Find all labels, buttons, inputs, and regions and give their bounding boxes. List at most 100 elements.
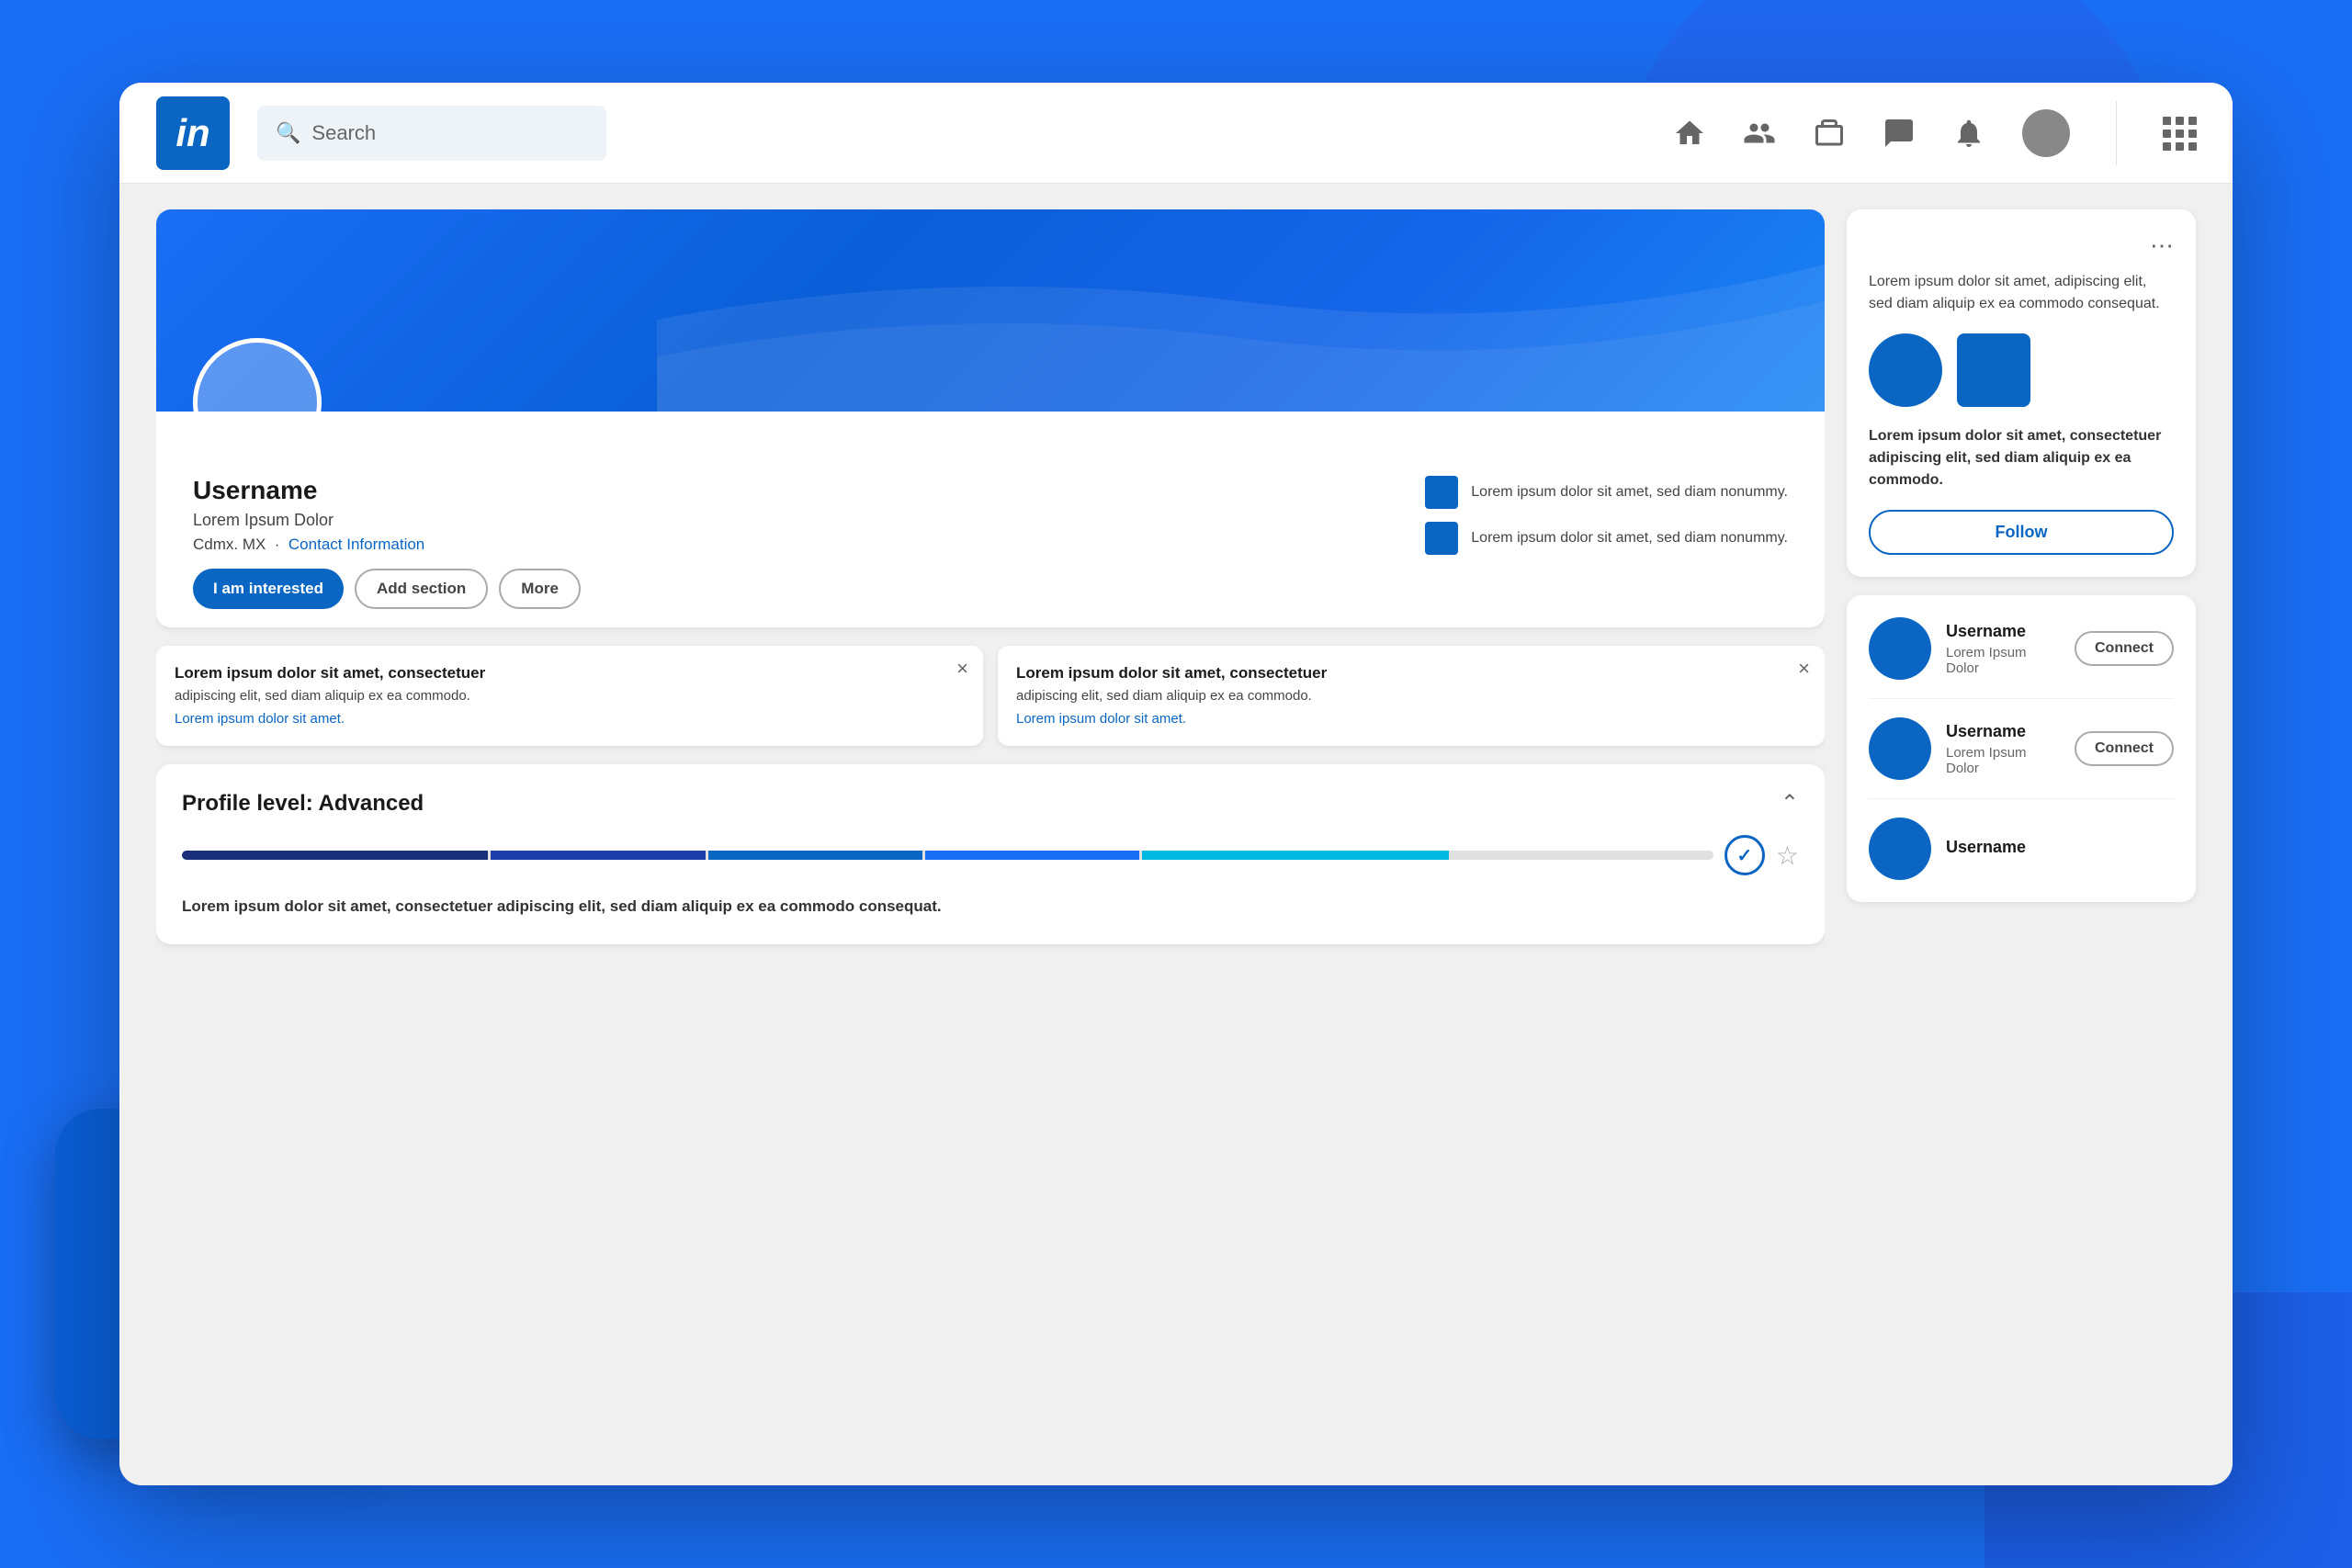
person-name-3: Username <box>1946 838 2174 857</box>
more-button[interactable]: More <box>499 569 581 609</box>
nav-bar: in 🔍 Search <box>119 83 2233 184</box>
nav-messaging[interactable] <box>1883 117 1916 150</box>
person-info-2: Username Lorem Ipsum Dolor <box>1946 722 2060 776</box>
connect-button-1[interactable]: Connect <box>2075 631 2174 666</box>
main-content: Username Lorem Ipsum Dolor Cdmx. MX · Co… <box>119 184 2233 1485</box>
ad-logo-square <box>1957 333 2030 407</box>
person-avatar-3 <box>1869 818 1931 880</box>
nav-people[interactable] <box>1743 117 1776 150</box>
right-panel: ⋯ Lorem ipsum dolor sit amet, adipiscing… <box>1847 209 2196 1460</box>
nav-logo[interactable]: in <box>156 96 230 170</box>
people-card: Username Lorem Ipsum Dolor Connect Usern… <box>1847 595 2196 902</box>
person-name-2: Username <box>1946 722 2060 741</box>
seg3 <box>708 851 922 860</box>
profile-level-header: Profile level: Advanced ⌃ <box>182 790 1799 817</box>
main-panel: Username Lorem Ipsum Dolor Cdmx. MX · Co… <box>156 209 1825 1460</box>
ad-logo-circle <box>1869 333 1942 407</box>
profile-title: Lorem Ipsum Dolor <box>193 511 1407 530</box>
nav-apps[interactable] <box>2163 117 2196 150</box>
add-section-button[interactable]: Add section <box>355 569 488 609</box>
stat-box-1 <box>1425 476 1458 509</box>
location-city: Cdmx. MX <box>193 536 266 553</box>
person-item-2: Username Lorem Ipsum Dolor Connect <box>1869 717 2174 780</box>
person-divider-2 <box>1869 798 2174 799</box>
nav-icons <box>1673 101 2196 165</box>
person-info-3: Username <box>1946 838 2174 861</box>
profile-stat-2: Lorem ipsum dolor sit amet, sed diam non… <box>1425 522 1788 555</box>
profile-level-card: Profile level: Advanced ⌃ ✓ ☆ <box>156 764 1825 944</box>
seg1 <box>182 851 488 860</box>
right-card-body: Lorem ipsum dolor sit amet, consectetuer… <box>1869 425 2174 491</box>
profile-card: Username Lorem Ipsum Dolor Cdmx. MX · Co… <box>156 209 1825 627</box>
suggestion-link-2[interactable]: Lorem ipsum dolor sit amet. <box>1016 711 1186 727</box>
nav-notifications[interactable] <box>1952 117 1985 150</box>
right-card-more-options[interactable]: ⋯ <box>1869 231 2174 260</box>
seg5 <box>1142 851 1448 860</box>
star-icon[interactable]: ☆ <box>1776 840 1799 871</box>
nav-home[interactable] <box>1673 117 1706 150</box>
chevron-up-icon[interactable]: ⌃ <box>1781 790 1799 817</box>
suggestion-link-1[interactable]: Lorem ipsum dolor sit amet. <box>175 711 345 727</box>
person-info-1: Username Lorem Ipsum Dolor <box>1946 622 2060 676</box>
profile-text: Username Lorem Ipsum Dolor Cdmx. MX · Co… <box>193 476 1407 609</box>
interested-button[interactable]: I am interested <box>193 569 344 609</box>
progress-bar-container: ✓ ☆ <box>182 835 1799 875</box>
stat-text-2: Lorem ipsum dolor sit amet, sed diam non… <box>1471 530 1788 547</box>
right-card-desc: Lorem ipsum dolor sit amet, adipiscing e… <box>1869 271 2174 315</box>
suggestion-sub-1: adipiscing elit, sed diam aliquip ex ea … <box>175 688 965 704</box>
suggestion-card-1: × Lorem ipsum dolor sit amet, consectetu… <box>156 646 983 746</box>
profile-banner <box>156 209 1825 412</box>
suggestion-card-2: × Lorem ipsum dolor sit amet, consectetu… <box>998 646 1825 746</box>
person-avatar-2 <box>1869 717 1931 780</box>
profile-name: Username <box>193 476 1407 505</box>
profile-level-title: Profile level: Advanced <box>182 791 424 817</box>
profile-level-desc: Lorem ipsum dolor sit amet, consectetuer… <box>182 894 1799 919</box>
seg6 <box>1452 851 1681 860</box>
person-title-1: Lorem Ipsum Dolor <box>1946 645 2060 676</box>
grid-icon <box>2163 117 2196 150</box>
suggestion-title-1: Lorem ipsum dolor sit amet, consectetuer <box>175 664 965 682</box>
nav-logo-text: in <box>175 111 209 155</box>
suggestion-title-2: Lorem ipsum dolor sit amet, consectetuer <box>1016 664 1806 682</box>
profile-stat-1: Lorem ipsum dolor sit amet, sed diam non… <box>1425 476 1788 509</box>
profile-avatar-container <box>193 338 322 412</box>
profile-location: Cdmx. MX · Contact Information <box>193 536 1407 554</box>
person-divider-1 <box>1869 698 2174 699</box>
suggestion-cards: × Lorem ipsum dolor sit amet, consectetu… <box>156 646 1825 746</box>
person-title-2: Lorem Ipsum Dolor <box>1946 745 2060 776</box>
profile-actions: I am interested Add section More <box>193 569 1407 609</box>
profile-avatar <box>193 338 322 412</box>
person-avatar-1 <box>1869 617 1931 680</box>
stat-box-2 <box>1425 522 1458 555</box>
seg4 <box>925 851 1139 860</box>
nav-divider <box>2116 101 2117 165</box>
profile-stats: Lorem ipsum dolor sit amet, sed diam non… <box>1425 476 1788 555</box>
chat-icon <box>1883 117 1916 150</box>
briefcase-icon <box>1813 117 1846 150</box>
contact-info-link[interactable]: Contact Information <box>288 536 424 553</box>
connect-button-2[interactable]: Connect <box>2075 731 2174 766</box>
banner-wave <box>657 209 1825 412</box>
profile-info: Username Lorem Ipsum Dolor Cdmx. MX · Co… <box>156 412 1825 627</box>
nav-jobs[interactable] <box>1813 117 1846 150</box>
desc-rest: sed diam aliquip ex ea commodo consequat… <box>610 897 942 915</box>
close-suggestion-1[interactable]: × <box>956 657 968 681</box>
seg2 <box>491 851 705 860</box>
person-item-3: Username <box>1869 818 2174 880</box>
bell-icon <box>1952 117 1985 150</box>
search-placeholder: Search <box>311 121 376 145</box>
right-ad-card: ⋯ Lorem ipsum dolor sit amet, adipiscing… <box>1847 209 2196 577</box>
home-icon <box>1673 117 1706 150</box>
follow-button[interactable]: Follow <box>1869 510 2174 555</box>
check-circle: ✓ <box>1724 835 1765 875</box>
search-icon: 🔍 <box>276 121 300 145</box>
person-name-1: Username <box>1946 622 2060 641</box>
search-bar[interactable]: 🔍 Search <box>257 106 606 161</box>
nav-avatar[interactable] <box>2022 109 2070 157</box>
suggestion-sub-2: adipiscing elit, sed diam aliquip ex ea … <box>1016 688 1806 704</box>
desc-bold: Lorem ipsum dolor sit amet, consectetuer… <box>182 897 605 915</box>
people-icon <box>1743 117 1776 150</box>
close-suggestion-2[interactable]: × <box>1798 657 1810 681</box>
browser-window: in 🔍 Search <box>119 83 2233 1485</box>
right-card-logos <box>1869 333 2174 407</box>
